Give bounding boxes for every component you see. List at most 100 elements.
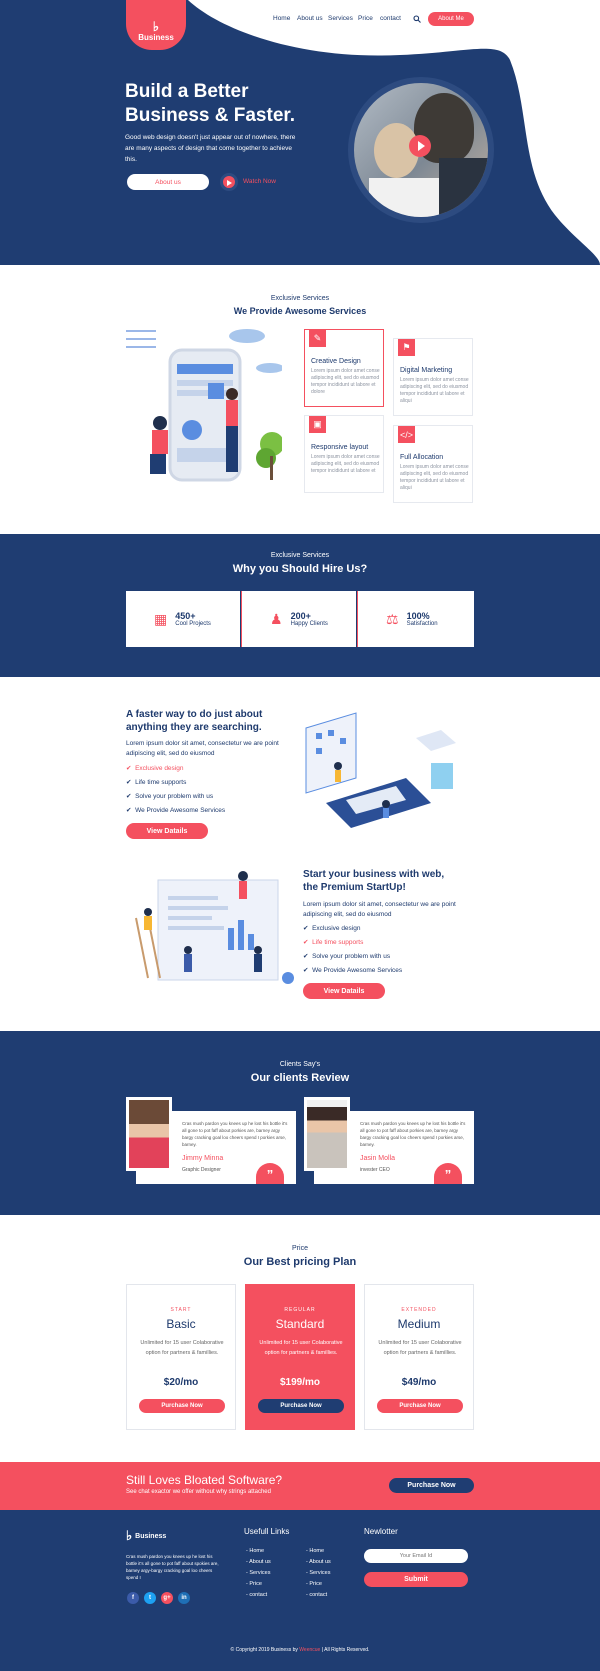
- footer-link-label: contact: [249, 1592, 268, 1598]
- twitter-icon[interactable]: t: [144, 1592, 156, 1604]
- check-icon: ✔: [126, 765, 136, 772]
- newsletter-submit-button[interactable]: Submit: [364, 1572, 468, 1587]
- footer-link-price[interactable]: - Price: [306, 1581, 322, 1587]
- nav-home[interactable]: Home: [273, 15, 290, 22]
- copyright-rights: | All Rights Reserved.: [320, 1647, 370, 1653]
- services-kicker: Exclusive Services: [270, 295, 330, 302]
- feature2-title-line2: the Premium StartUp!: [303, 882, 406, 893]
- linkedin-icon[interactable]: in: [178, 1592, 190, 1604]
- nav-contact[interactable]: contact: [380, 15, 401, 22]
- stat-number: 450+: [175, 611, 196, 621]
- megaphone-icon: ⚑: [398, 339, 415, 356]
- stat-label: Satisfaction: [406, 621, 438, 627]
- plan-kicker: EXTENDED: [401, 1307, 437, 1313]
- service-card-marketing[interactable]: ⚑ Digital Marketing Lorem ipsum dolor am…: [393, 338, 473, 416]
- feature1-title-line1: A faster way to do just about: [126, 709, 263, 720]
- feature2-text: Lorem ipsum dolor sit amet, consectetur …: [303, 901, 456, 918]
- feature1-check-2: ✔ Life time supports: [126, 778, 186, 786]
- cta-title: Still Loves Bloated Software?: [126, 1473, 283, 1487]
- nav-about[interactable]: About us: [297, 15, 323, 22]
- footer-link-home[interactable]: - Home: [246, 1548, 264, 1554]
- footer-link-label: Price: [249, 1581, 262, 1587]
- plan-kicker: REGULAR: [284, 1307, 316, 1313]
- nav-price[interactable]: Price: [358, 15, 373, 22]
- projects-icon: ▦: [154, 610, 168, 627]
- stat-clients: ♟ 200+ Happy Clients: [242, 591, 356, 647]
- service-text: Lorem ipsum dolor amet conse adipiscing …: [311, 368, 380, 395]
- footer-logo: ♭ Business: [126, 1528, 166, 1544]
- review-name: Jimmy Minna: [182, 1155, 224, 1162]
- reviews-section: [0, 1031, 600, 1215]
- reviews-kicker: Clients Say's: [279, 1061, 321, 1068]
- check-icon: ✔: [303, 953, 313, 960]
- play-button[interactable]: [220, 173, 238, 191]
- purchase-button[interactable]: Purchase Now: [377, 1399, 463, 1413]
- footer-link-contact[interactable]: - contact: [306, 1592, 327, 1598]
- stat-projects: ▦ 450+ Cool Projects: [126, 591, 240, 647]
- hero-title-line1: Build a Better: [125, 81, 249, 102]
- footer-link-services[interactable]: - Services: [306, 1570, 330, 1576]
- services-title: We Provide Awesome Services: [233, 306, 367, 316]
- feature2-check-3: ✔ Solve your problem with us: [303, 952, 390, 960]
- footer-link-contact[interactable]: - contact: [246, 1592, 267, 1598]
- footer-link-about[interactable]: - About us: [246, 1559, 271, 1565]
- footer-about: Cras mush pardon you knees up he lost hi…: [126, 1554, 219, 1580]
- hero-subtitle: Good web design doesn't just appear out …: [125, 134, 296, 163]
- search-icon[interactable]: [413, 15, 421, 23]
- nav-services[interactable]: Services: [328, 15, 353, 22]
- feature2-title-line1: Start your business with web,: [303, 869, 445, 880]
- facebook-icon[interactable]: f: [127, 1592, 139, 1604]
- review-text: Cras mush pardon you knees up he lost hi…: [360, 1121, 466, 1147]
- newsletter-email-input[interactable]: [364, 1549, 468, 1563]
- footer-link-label: Services: [309, 1570, 331, 1576]
- footer-logo-label: Business: [135, 1532, 167, 1540]
- feature1-details-button[interactable]: View Datails: [126, 823, 208, 839]
- plan-desc: Unlimited for 15 user Colaborative optio…: [378, 1340, 462, 1356]
- copyright-brand-link[interactable]: Weencue: [299, 1647, 320, 1653]
- check-label: Life time supports: [312, 939, 364, 946]
- purchase-button[interactable]: Purchase Now: [139, 1399, 225, 1413]
- feature2-details-button[interactable]: View Datails: [303, 983, 385, 999]
- service-card-creative[interactable]: ✎ Creative Design Lorem ipsum dolor amet…: [304, 329, 384, 407]
- logo-icon: ♭: [126, 1528, 133, 1543]
- review-role: Graphic Designer: [182, 1167, 221, 1173]
- footer-link-about[interactable]: - About us: [306, 1559, 331, 1565]
- plan-desc: Unlimited for 15 user Colaborative optio…: [140, 1340, 224, 1356]
- service-text: Lorem ipsum dolor amet conse adipiscing …: [400, 464, 469, 491]
- cta-purchase-button[interactable]: Purchase Now: [389, 1478, 474, 1493]
- google-plus-icon[interactable]: g+: [161, 1592, 173, 1604]
- plan-desc: Unlimited for 15 user Colaborative optio…: [259, 1340, 343, 1356]
- play-icon: [227, 180, 232, 186]
- plan-medium: EXTENDED Medium Unlimited for 15 user Co…: [364, 1284, 474, 1430]
- review-name: Jasin Molla: [360, 1155, 396, 1162]
- newsletter-title: Newlotter: [364, 1527, 398, 1536]
- footer-link-services[interactable]: - Services: [246, 1570, 270, 1576]
- brand-logo[interactable]: ♭ Business: [126, 0, 186, 50]
- footer-link-price[interactable]: - Price: [246, 1581, 262, 1587]
- video-play-icon[interactable]: [409, 135, 431, 157]
- check-label: Exclusive design: [135, 765, 184, 772]
- check-label: We Provide Awesome Services: [135, 807, 226, 814]
- footer-link-label: About us: [309, 1559, 331, 1565]
- feature1-check-1: ✔ Exclusive design: [126, 764, 183, 772]
- service-card-allocation[interactable]: </> Full Allocation Lorem ipsum dolor am…: [393, 425, 473, 503]
- stat-number: 200+: [290, 611, 311, 621]
- check-label: Solve your problem with us: [312, 953, 391, 960]
- watch-now-link[interactable]: Watch Now: [243, 178, 276, 185]
- plan-standard: REGULAR Standard Unlimited for 15 user C…: [245, 1284, 355, 1430]
- feature1-illustration: [305, 712, 456, 828]
- service-card-responsive[interactable]: ▣ Responsive layout Lorem ipsum dolor am…: [304, 415, 384, 493]
- purchase-button[interactable]: Purchase Now: [258, 1399, 344, 1413]
- footer-link-home[interactable]: - Home: [306, 1548, 324, 1554]
- check-label: We Provide Awesome Services: [312, 967, 403, 974]
- about-me-button[interactable]: About Me: [428, 12, 474, 26]
- about-us-button[interactable]: About us: [127, 174, 209, 190]
- feature1-check-4: ✔ We Provide Awesome Services: [126, 806, 225, 814]
- check-icon: ✔: [126, 779, 136, 786]
- check-icon: ✔: [303, 925, 313, 932]
- service-text: Lorem ipsum dolor amet conse adipiscing …: [311, 454, 380, 474]
- pricing-kicker: Price: [292, 1245, 308, 1252]
- review-avatar-2: [304, 1097, 350, 1171]
- plan-price: $20/mo: [163, 1377, 199, 1388]
- review-role: invester CEO: [360, 1167, 390, 1173]
